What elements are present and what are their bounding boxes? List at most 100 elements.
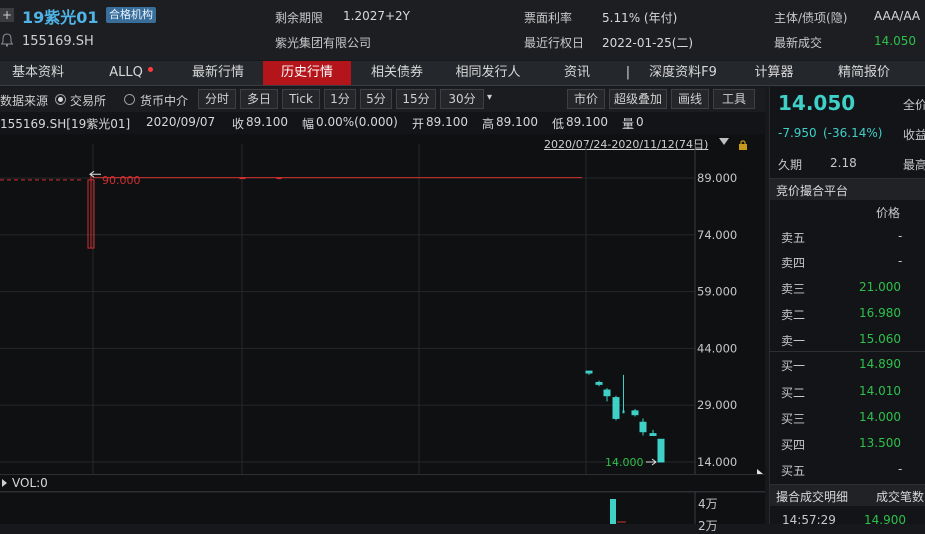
- buy-3-price: 14.000: [859, 410, 901, 424]
- qualified-badge: 合格机构: [106, 7, 156, 23]
- buy-1-label: 买一: [781, 359, 806, 373]
- platform-title: 竞价撮合平台: [776, 184, 849, 198]
- y-tick-label: 74.000: [697, 228, 737, 242]
- period-5min-button[interactable]: 5分: [360, 89, 392, 109]
- tab-calculator[interactable]: 计算器: [742, 61, 806, 85]
- tools-button[interactable]: 工具: [713, 89, 755, 109]
- candle-body: [639, 421, 647, 433]
- y-tick-label: 89.000: [697, 171, 737, 185]
- price-chart-svg[interactable]: 89.000 74.000 59.000 44.000 29.000 14.000 90.0…: [0, 134, 765, 524]
- sell-3-price: 21.000: [859, 280, 901, 294]
- last-trade-value: 14.050: [874, 34, 916, 48]
- issuer-name[interactable]: 紫光集团有限公司: [275, 34, 371, 51]
- trade-count-label: 成交笔数: [876, 490, 925, 504]
- tab-related-bonds[interactable]: 相关债券: [360, 61, 434, 85]
- period-1min-button[interactable]: 1分: [324, 89, 356, 109]
- buy-4-price: 13.500: [859, 436, 901, 450]
- full-price-label: 全价: [903, 98, 925, 112]
- buy-2-label: 买二: [781, 386, 806, 400]
- bell-icon[interactable]: [0, 33, 14, 47]
- yield-label: 收益: [903, 128, 925, 142]
- bond-code: 155169.SH: [22, 34, 94, 49]
- volume-tick-4w: 4万: [698, 497, 718, 511]
- info-low-label: 低: [552, 117, 565, 131]
- duration-label: 久期: [778, 158, 803, 172]
- annotation-high-arrow: [89, 170, 101, 178]
- sell-1-price: 15.060: [859, 332, 901, 346]
- info-high-label: 高: [482, 117, 495, 131]
- buy-2-price: 14.010: [859, 384, 901, 398]
- tab-deep-info[interactable]: 深度资料F9: [640, 61, 726, 85]
- add-icon[interactable]: +: [0, 8, 14, 22]
- candle-body: [239, 177, 246, 180]
- period-multiday-button[interactable]: 多日: [240, 89, 278, 109]
- tab-latest-quote[interactable]: 最新行情: [180, 61, 256, 85]
- period-30min-button[interactable]: 30分: [440, 89, 484, 109]
- quote-panel: 14.050 全价 -7.950 (-36.14%) 收益 久期 2.18 最高…: [769, 87, 925, 527]
- period-more-dropdown[interactable]: ▾: [487, 92, 492, 103]
- sell-3-label: 卖三: [781, 282, 806, 296]
- sell-5-price: -: [898, 229, 903, 243]
- coupon-label: 票面利率: [524, 11, 573, 25]
- price-column-header: 价格: [876, 206, 901, 220]
- info-vol-label: 量: [622, 117, 635, 131]
- sell-4-label: 卖四: [781, 256, 806, 270]
- exercise-date-value: 2022-01-25(二): [602, 36, 694, 50]
- candle-body: [585, 370, 593, 374]
- volume-bar: [610, 499, 616, 524]
- duration-value: 2.18: [830, 156, 857, 170]
- tab-allq[interactable]: ALLQ: [100, 61, 152, 85]
- buy-4-label: 买四: [781, 438, 806, 452]
- broker-radio-label[interactable]: 货币中介: [140, 92, 188, 109]
- trade-time: 14:57:29: [782, 513, 836, 527]
- candle-body: [631, 410, 639, 416]
- market-price-button[interactable]: 市价: [567, 89, 605, 109]
- super-overlay-button[interactable]: 超级叠加: [609, 89, 667, 109]
- remaining-term-value: 1.2027+2Y: [343, 9, 411, 23]
- book-divider: [770, 351, 925, 352]
- period-15min-button[interactable]: 15分: [396, 89, 436, 109]
- tab-history-quote[interactable]: 历史行情: [263, 61, 351, 85]
- annotation-high-label: 90.000: [102, 174, 141, 187]
- draw-line-button[interactable]: 画线: [671, 89, 709, 109]
- tab-news[interactable]: 资讯: [552, 61, 602, 85]
- candle-body: [612, 397, 620, 419]
- exchange-radio[interactable]: [55, 94, 66, 105]
- tab-simple-quote[interactable]: 精简报价: [824, 61, 904, 85]
- period-intraday-button[interactable]: 分时: [198, 89, 236, 109]
- buy-5-label: 买五: [781, 464, 806, 478]
- candle-body: [657, 438, 665, 463]
- sell-5-label: 卖五: [781, 231, 806, 245]
- info-close-label: 收: [232, 117, 245, 131]
- chart-toolbar: 数据来源 交易所 货币中介 分时 多日 Tick 1分 5分 15分 30分 ▾…: [0, 87, 765, 112]
- sell-1-label: 卖一: [781, 334, 806, 348]
- rating-label: 主体/债项(隐): [774, 11, 848, 25]
- tab-same-issuer[interactable]: 相同发行人: [446, 61, 530, 85]
- volume-header-bar: [0, 474, 765, 492]
- panel-change-pct: (-36.14%): [823, 126, 883, 140]
- info-date: 2020/09/07: [146, 115, 216, 129]
- tab-bar: 基本资料 ALLQ 最新行情 历史行情 相关债券 相同发行人 资讯 | 深度资料…: [0, 61, 925, 86]
- period-tick-button[interactable]: Tick: [282, 89, 320, 109]
- info-vol: 0: [636, 115, 644, 129]
- candlestick-chart-area[interactable]: 2020/07/24-2020/11/12(74日) 89.000 74.000 5…: [0, 134, 765, 533]
- exercise-date-label: 最近行权日: [524, 36, 585, 50]
- candle-body: [649, 433, 657, 436]
- candle-body: [603, 389, 611, 397]
- tab-basic-info[interactable]: 基本资料: [0, 61, 76, 85]
- high-label: 最高: [903, 158, 925, 172]
- exchange-radio-label[interactable]: 交易所: [70, 92, 106, 109]
- buy-5-price: -: [898, 462, 903, 476]
- y-tick-label: 29.000: [697, 398, 737, 412]
- sell-4-price: -: [898, 254, 903, 268]
- volume-dropdown-icon[interactable]: [2, 479, 7, 487]
- coupon-value: 5.11% (年付): [602, 11, 678, 25]
- info-change-label: 幅: [302, 117, 315, 131]
- trade-detail-title: 撮合成交明细: [776, 490, 849, 504]
- bond-name: 19紫光01: [22, 8, 99, 27]
- y-tick-label: 14.000: [697, 455, 737, 469]
- broker-radio[interactable]: [124, 94, 135, 105]
- panel-price: 14.050: [778, 91, 856, 115]
- buy-1-price: 14.890: [859, 357, 901, 371]
- annotation-low-label: 14.000: [605, 456, 644, 469]
